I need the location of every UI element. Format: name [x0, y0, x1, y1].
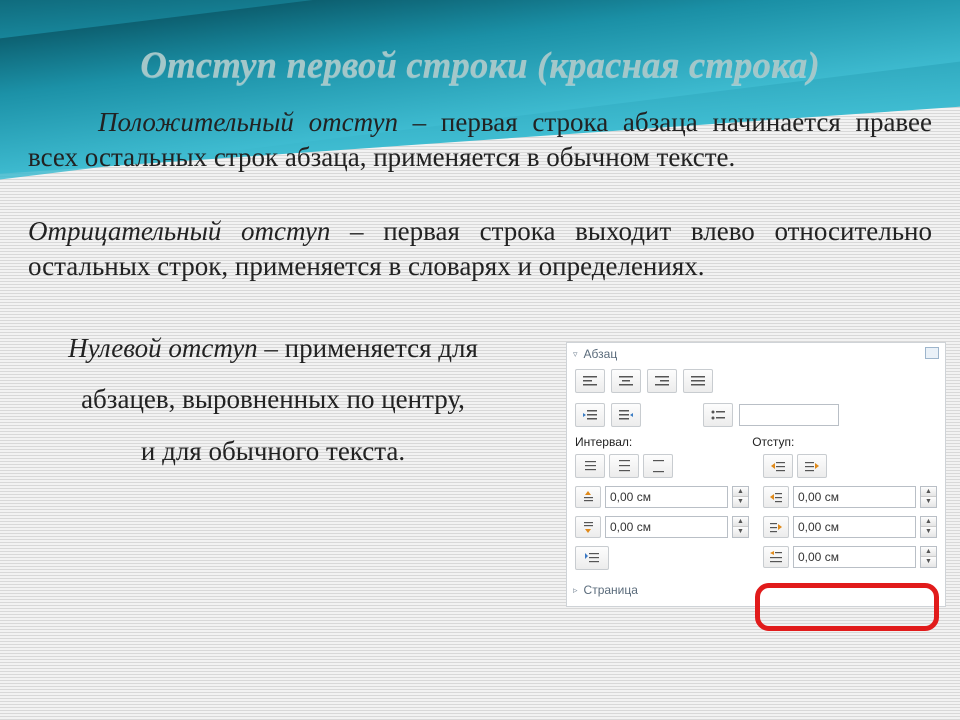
- interval-column: 0,00 см ▲▼ 0,00 см ▲▼: [575, 454, 749, 570]
- line-spacing-2-button[interactable]: [643, 454, 673, 478]
- space-before-input[interactable]: 0,00 см: [605, 486, 728, 508]
- align-center-button[interactable]: [611, 369, 641, 393]
- space-after-input[interactable]: 0,00 см: [605, 516, 728, 538]
- def-zero-2: абзацев, выровненных по центру,: [28, 374, 518, 425]
- indent-column: 0,00 см ▲▼ 0,00 см ▲▼ 0,00 см ▲▼: [763, 454, 937, 570]
- indent-left-spinner[interactable]: ▲▼: [920, 486, 937, 508]
- first-line-indent-input[interactable]: 0,00 см: [793, 546, 916, 568]
- first-line-indent-spinner[interactable]: ▲▼: [920, 546, 937, 568]
- section-page[interactable]: ▹ Страница: [567, 579, 945, 600]
- format-panel: ▿ Абзац Интервал: Отступ: 0,00 см: [566, 342, 946, 607]
- section-paragraph[interactable]: ▿ Абзац: [567, 343, 945, 364]
- paragraph-positive-indent: Положительный отступ – первая строка абз…: [28, 105, 932, 174]
- section-paragraph-label: Абзац: [584, 347, 618, 361]
- line-spacing-15-button[interactable]: [609, 454, 639, 478]
- first-line-indent-icon: [763, 546, 789, 568]
- space-after-icon: [575, 516, 601, 538]
- indent-right-input[interactable]: 0,00 см: [793, 516, 916, 538]
- term-positive: Положительный отступ: [98, 107, 398, 137]
- label-interval: Интервал:: [575, 435, 632, 449]
- space-after-spinner[interactable]: ▲▼: [732, 516, 749, 538]
- def-zero-3: и для обычного текста.: [28, 426, 518, 477]
- expand-icon: ▹: [573, 585, 578, 596]
- label-indent: Отступ:: [752, 435, 794, 449]
- indent-right-spinner[interactable]: ▲▼: [920, 516, 937, 538]
- align-left-button[interactable]: [575, 369, 605, 393]
- align-right-button[interactable]: [647, 369, 677, 393]
- def-zero-1: – применяется для: [258, 333, 478, 363]
- slide-title: Отступ первой строки (красная строка): [28, 44, 932, 87]
- indent-left-input[interactable]: 0,00 см: [793, 486, 916, 508]
- collapse-icon: ▿: [573, 349, 578, 360]
- decrease-indent-button[interactable]: [575, 403, 605, 427]
- indent-decrease-button[interactable]: [763, 454, 793, 478]
- line-spacing-custom-button[interactable]: [575, 546, 609, 570]
- section-page-label: Страница: [584, 583, 638, 597]
- paragraph-zero-indent: Нулевой отступ – применяется для абзацев…: [28, 323, 518, 477]
- increase-indent-button[interactable]: [611, 403, 641, 427]
- indent-increase-button[interactable]: [797, 454, 827, 478]
- space-before-spinner[interactable]: ▲▼: [732, 486, 749, 508]
- list-bullets-button[interactable]: [703, 403, 733, 427]
- term-zero: Нулевой отступ: [68, 333, 258, 363]
- indent-right-icon: [763, 516, 789, 538]
- line-spacing-1-button[interactable]: [575, 454, 605, 478]
- expand-panel-button[interactable]: [925, 347, 939, 359]
- term-negative: Отрицательный отступ: [28, 216, 330, 246]
- indent-left-icon: [763, 486, 789, 508]
- paragraph-negative-indent: Отрицательный отступ – первая строка вых…: [28, 214, 932, 283]
- space-before-icon: [575, 486, 601, 508]
- align-justify-button[interactable]: [683, 369, 713, 393]
- list-style-select[interactable]: [739, 404, 839, 426]
